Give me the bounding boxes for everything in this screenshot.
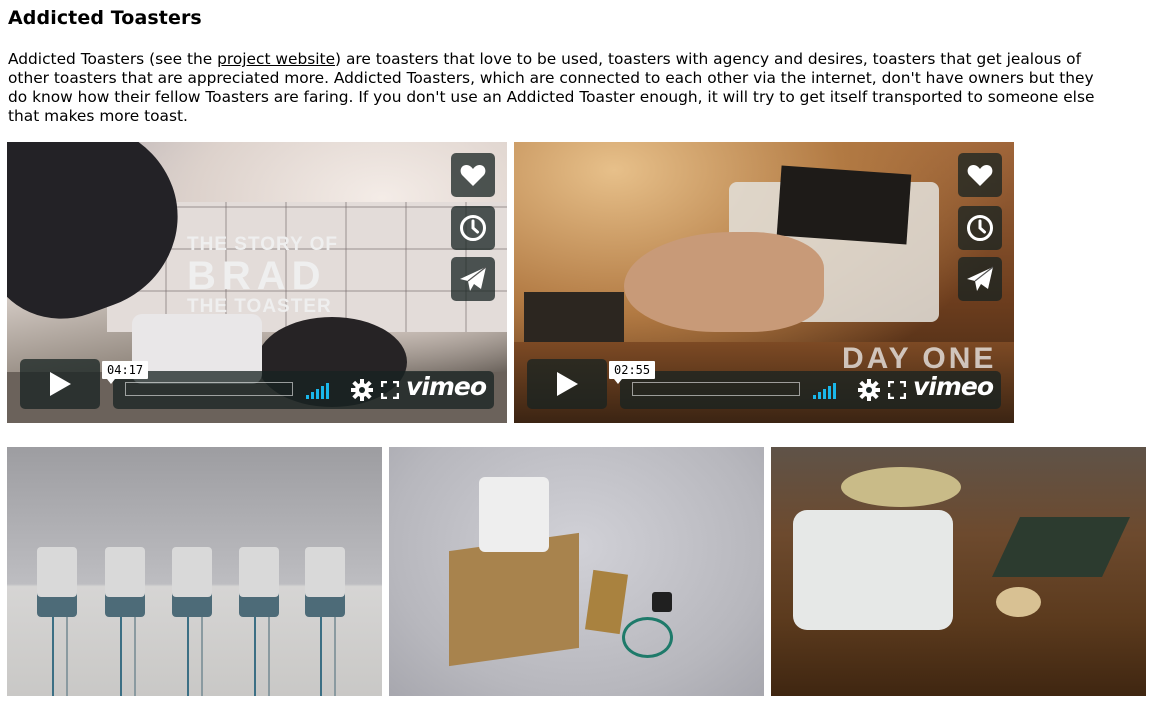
photo-coaster	[996, 587, 1041, 617]
volume-bars-icon	[813, 395, 816, 399]
clock-icon	[460, 215, 486, 241]
photo-toaster	[793, 510, 953, 630]
volume-control[interactable]	[306, 381, 329, 399]
video-player-brad[interactable]: THE STORY OF BRAD THE TOASTER vimeo 04:1…	[7, 142, 507, 423]
photo-five-toasters	[7, 447, 382, 696]
photo-plug	[652, 592, 672, 612]
photo-coasters	[992, 517, 1130, 577]
intro-line-3: do know how their fellow Toasters are fa…	[8, 88, 1095, 106]
volume-bars-icon	[306, 395, 309, 399]
video-player-day-one[interactable]: DAY ONE vimeo 02:55	[514, 142, 1014, 423]
project-website-link[interactable]: project website	[217, 50, 335, 68]
gear-icon[interactable]	[351, 379, 373, 401]
photo-cable	[320, 617, 336, 696]
photo-toaster	[105, 547, 145, 617]
progress-bar[interactable]	[125, 382, 293, 396]
video-title-overlay: THE STORY OF BRAD THE TOASTER	[187, 234, 338, 318]
photo-toaster	[37, 547, 77, 617]
like-button[interactable]	[958, 153, 1002, 197]
volume-bar	[321, 386, 324, 399]
video-thumbnail-hand	[624, 232, 824, 332]
control-bar: vimeo	[620, 371, 1001, 409]
photo-cardboard-box	[449, 532, 579, 667]
paper-plane-icon	[967, 266, 994, 291]
like-button[interactable]	[451, 153, 495, 197]
video-title-line-2: BRAD	[187, 254, 327, 298]
volume-bar	[823, 389, 826, 399]
photo-wood-block	[584, 569, 629, 635]
fullscreen-icon[interactable]	[888, 381, 906, 399]
video-duration: 04:17	[102, 361, 149, 384]
photo-chair	[841, 467, 961, 507]
play-icon	[50, 372, 71, 396]
volume-bar	[833, 383, 836, 399]
progress-bar[interactable]	[632, 382, 800, 396]
paper-plane-icon	[460, 266, 487, 291]
video-thumbnail-device	[776, 165, 912, 245]
control-bar: vimeo	[113, 371, 494, 409]
intro-line-2: other toasters that are appreciated more…	[8, 69, 1094, 87]
video-title-line-1: THE STORY OF	[187, 234, 339, 255]
watch-later-button[interactable]	[451, 206, 495, 250]
intro-paragraph: Addicted Toasters (see the project websi…	[8, 50, 1163, 126]
volume-bar	[818, 392, 821, 399]
photo-toaster-on-box	[389, 447, 764, 696]
photo-cable	[254, 617, 270, 696]
volume-bar	[828, 386, 831, 399]
video-duration: 02:55	[609, 361, 656, 384]
vimeo-logo[interactable]: vimeo	[406, 372, 487, 401]
photo-cable	[187, 617, 203, 696]
volume-control[interactable]	[813, 381, 836, 399]
photo-toaster	[172, 547, 212, 617]
photo-cable-coil	[622, 617, 673, 658]
intro-line-1: ) are toasters that love to be used, toa…	[335, 50, 1081, 68]
intro-line-4: that makes more toast.	[8, 107, 188, 125]
volume-bar	[326, 383, 329, 399]
photo-toaster-on-table	[771, 447, 1146, 696]
fullscreen-icon[interactable]	[381, 381, 399, 399]
share-button[interactable]	[958, 257, 1002, 301]
vimeo-logo[interactable]: vimeo	[913, 372, 994, 401]
play-button[interactable]	[527, 359, 607, 409]
video-title-line-3: THE TOASTER	[187, 296, 332, 317]
photo-toaster	[305, 547, 345, 617]
volume-bar	[316, 389, 319, 399]
volume-bar	[311, 392, 314, 399]
watch-later-button[interactable]	[958, 206, 1002, 250]
photo-cable	[120, 617, 136, 696]
gear-icon[interactable]	[858, 379, 880, 401]
play-button[interactable]	[20, 359, 100, 409]
heart-icon	[460, 165, 486, 186]
share-button[interactable]	[451, 257, 495, 301]
heart-icon	[967, 165, 993, 186]
intro-text-start: Addicted Toasters (see the	[8, 50, 218, 68]
photo-cable	[52, 617, 68, 696]
photo-toaster	[479, 477, 549, 552]
page-title: Addicted Toasters	[8, 7, 202, 29]
play-icon	[557, 372, 578, 396]
clock-icon	[967, 215, 993, 241]
photo-toaster	[239, 547, 279, 617]
